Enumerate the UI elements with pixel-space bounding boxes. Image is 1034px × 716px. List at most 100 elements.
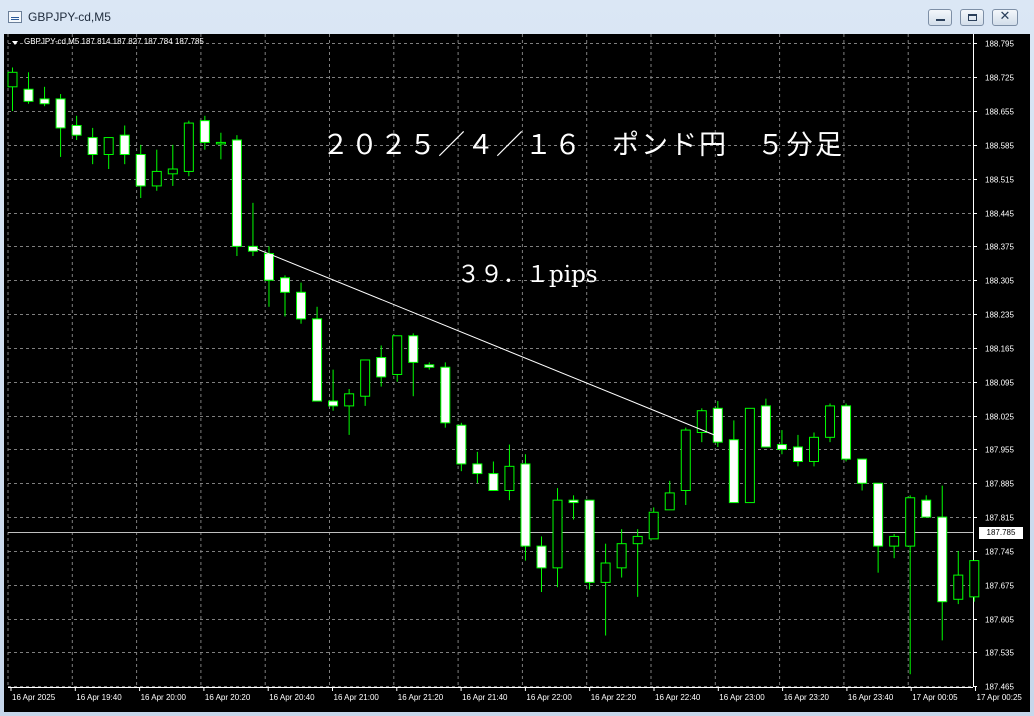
close-icon: ✕ (999, 9, 1011, 24)
x-axis-label: 17 Apr 00:05 (912, 693, 958, 702)
chart-window-icon (8, 11, 22, 23)
candle-body-down (841, 405, 852, 460)
candle-body-up (616, 543, 627, 569)
candle-body-up (600, 562, 611, 583)
y-axis-label: 187.815 (985, 514, 1014, 523)
candle-body-down (87, 137, 98, 155)
candle-body-down (792, 446, 803, 462)
y-axis-label: 188.235 (985, 311, 1014, 320)
x-axis-label: 16 Apr 23:00 (719, 693, 765, 702)
minimize-button[interactable] (928, 9, 952, 26)
candle-body-down (328, 400, 339, 407)
y-axis-label: 188.375 (985, 243, 1014, 252)
candle-body-down (408, 335, 419, 363)
minimize-icon (936, 19, 945, 21)
candle-body-down (488, 473, 499, 491)
y-axis-label: 187.605 (985, 616, 1014, 625)
candle-body-down (296, 291, 307, 320)
candle-body-down (857, 458, 868, 484)
candle-body-down (536, 545, 547, 569)
candle-body-down (263, 253, 274, 281)
maximize-button[interactable] (960, 9, 984, 26)
candle-body-up (905, 497, 916, 547)
y-axis-label: 188.725 (985, 74, 1014, 83)
candle-body-down (921, 499, 932, 518)
close-button[interactable]: ✕ (992, 9, 1018, 26)
candle-body-down (520, 463, 531, 547)
candle-body-up (103, 137, 114, 155)
candle-body-up (969, 560, 980, 598)
candle-body-up (696, 410, 707, 433)
candle-body-down (873, 482, 884, 547)
candle-body-down (440, 366, 451, 424)
x-axis-label: 16 Apr 2025 (12, 693, 56, 702)
y-axis-label: 187.465 (985, 683, 1014, 692)
candle-body-down (71, 124, 82, 136)
y-axis-label: 187.885 (985, 480, 1014, 489)
y-axis-label: 188.305 (985, 277, 1014, 286)
y-axis-label: 188.515 (985, 176, 1014, 185)
x-axis-label: 16 Apr 23:40 (848, 693, 894, 702)
candle-body-up (953, 574, 964, 600)
candle-body-down (55, 98, 66, 129)
y-axis-label: 188.445 (985, 210, 1014, 219)
x-axis-label: 16 Apr 21:20 (398, 693, 444, 702)
y-axis-label: 188.585 (985, 142, 1014, 151)
annotation-pips: ３９．１pips (457, 262, 598, 288)
candle-body-up (825, 405, 836, 438)
x-axis-label: 16 Apr 20:40 (269, 693, 315, 702)
candle-body-down (584, 499, 595, 583)
candle-body-down (23, 88, 34, 102)
y-axis-label: 188.795 (985, 40, 1014, 49)
symbol-ohlc-label: GBPJPY-cd,M5 187.814 187.827 187.784 187… (24, 37, 204, 46)
candle-body-up (809, 436, 819, 462)
price-chart[interactable]: 188.795 188.725 188.655 188.585 188.515 188.4… (4, 34, 1030, 712)
candle-body-down (135, 153, 146, 187)
window-title: GBPJPY-cd,M5 (28, 10, 111, 24)
candle-body-up (392, 335, 403, 375)
x-axis-label: 16 Apr 21:00 (334, 693, 380, 702)
candle-body-down (312, 318, 323, 402)
candle-body-down (199, 120, 210, 143)
candle-body-down (231, 139, 242, 247)
candle-body-down (472, 463, 483, 475)
dropdown-arrow-icon[interactable] (12, 41, 18, 45)
candle-body-down (568, 499, 579, 504)
y-axis-label: 188.655 (985, 108, 1014, 117)
candle-body-up (167, 168, 178, 175)
y-axis-label: 188.095 (985, 379, 1014, 388)
y-axis-label: 188.025 (985, 413, 1014, 422)
candle-body-up (680, 429, 691, 491)
x-axis-label: 16 Apr 20:00 (141, 693, 187, 702)
candle-body-down (937, 516, 948, 603)
candle-body-down (424, 364, 435, 368)
title-bar[interactable]: GBPJPY-cd,M5 ✕ (0, 0, 1034, 34)
maximize-icon (968, 14, 977, 21)
x-axis-label: 16 Apr 22:40 (655, 693, 701, 702)
candle-body-up (632, 535, 643, 545)
current-price-label: 187.785 (979, 526, 1023, 539)
y-axis-label: 188.165 (985, 345, 1014, 354)
x-axis-label: 16 Apr 23:20 (784, 693, 830, 702)
x-axis-label: 16 Apr 20:20 (205, 693, 251, 702)
candle-body-down (456, 424, 467, 465)
candle-body-down (776, 444, 787, 450)
y-axis-label: 187.955 (985, 446, 1014, 455)
candle-body-up (889, 535, 900, 547)
x-axis-label: 16 Apr 22:20 (591, 693, 637, 702)
x-axis-label: 17 Apr 00:25 (977, 693, 1023, 702)
x-axis-label: 16 Apr 21:40 (462, 693, 508, 702)
candle-body-up (151, 170, 162, 187)
candle-body-up (360, 359, 371, 397)
candle-body-down (760, 405, 771, 448)
y-axis-label: 187.675 (985, 582, 1014, 591)
candle-body-up (744, 407, 755, 504)
annotation-title: ２０２５／４／１６ ポンド円 ５分足 (322, 130, 844, 161)
candle-body-down (376, 357, 387, 378)
candle-body-up (183, 122, 194, 172)
candle-body-down (280, 277, 291, 293)
y-axis-label: 187.745 (985, 548, 1014, 557)
candle-body-up (215, 141, 226, 145)
x-axis-label: 16 Apr 19:40 (76, 693, 122, 702)
candle-body-down (712, 407, 723, 443)
